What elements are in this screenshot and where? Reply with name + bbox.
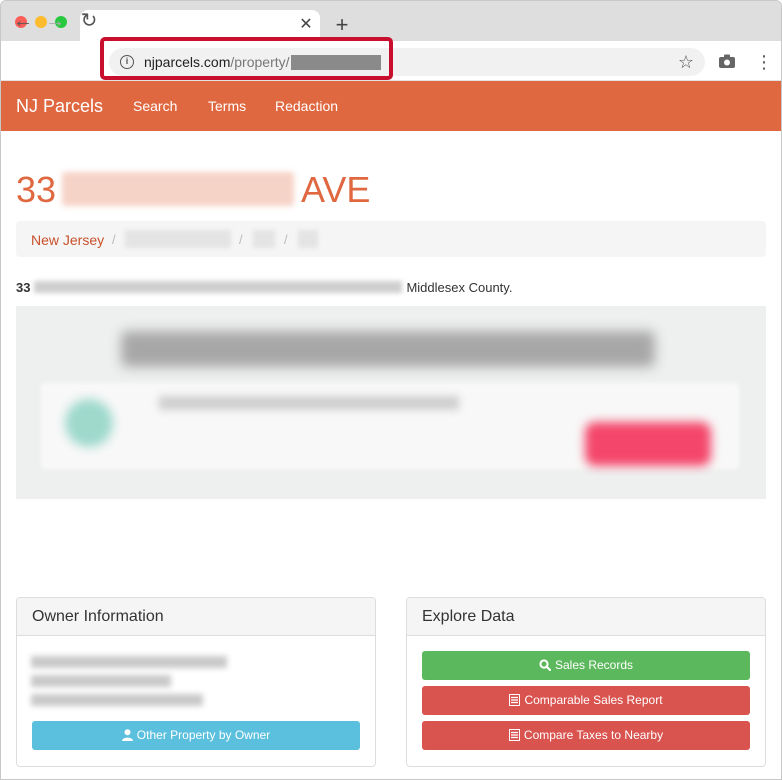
search-icon — [539, 659, 551, 671]
user-icon — [121, 729, 133, 741]
description-number: 33 — [16, 280, 31, 295]
breadcrumb-separator: / — [284, 232, 288, 247]
nav-link-redaction[interactable]: Redaction — [275, 98, 338, 114]
nav-link-terms[interactable]: Terms — [208, 98, 246, 114]
owner-name-redacted — [31, 656, 227, 668]
breadcrumb-municipality-redacted[interactable] — [253, 230, 275, 248]
title-number: 33 — [16, 169, 57, 210]
nav-link-search[interactable]: Search — [133, 98, 177, 114]
url-highlight-box — [100, 37, 393, 80]
property-description: 33 Middlesex County. — [16, 280, 512, 296]
more-vertical-icon[interactable]: ⋮ — [755, 52, 773, 72]
breadcrumb-block-redacted — [298, 230, 318, 248]
new-tab-icon[interactable]: + — [332, 14, 352, 36]
title-suffix: AVE — [301, 169, 371, 210]
owner-address-redacted — [31, 675, 171, 687]
forward-arrow-icon[interactable]: → — [44, 10, 66, 32]
browser-window: ✕ + ← → ↻ i njparcels.com/property/ ☆ ⋮ … — [0, 0, 782, 780]
back-arrow-icon[interactable]: ← — [12, 10, 34, 32]
comparable-sales-label: Comparable Sales Report — [524, 693, 663, 707]
bookmark-star-icon[interactable]: ☆ — [676, 52, 696, 72]
other-property-label: Other Property by Owner — [136, 728, 271, 742]
panel-heading: Owner Information — [17, 598, 375, 636]
panel-title-explore: Explore Data — [422, 608, 515, 625]
breadcrumb-county-redacted[interactable] — [125, 230, 231, 248]
description-redaction — [34, 281, 403, 293]
breadcrumb-separator: / — [239, 232, 243, 247]
site-navbar — [1, 81, 781, 131]
brand-logo[interactable]: NJ Parcels — [16, 96, 103, 116]
page-title: 33 AVE — [16, 170, 370, 210]
sales-records-label: Sales Records — [554, 658, 634, 672]
ad-logo-icon — [65, 399, 113, 447]
compare-taxes-button[interactable]: Compare Taxes to Nearby — [422, 721, 750, 750]
breadcrumb-new-jersey[interactable]: New Jersey — [31, 232, 104, 248]
ad-input-blurred — [159, 396, 459, 410]
description-county: Middlesex County. — [406, 280, 513, 295]
ad-cta-button[interactable] — [585, 422, 711, 466]
other-property-by-owner-button[interactable]: Other Property by Owner — [32, 721, 360, 750]
reload-icon[interactable]: ↻ — [78, 10, 100, 32]
owner-city-redacted — [31, 694, 203, 706]
list-icon — [508, 729, 520, 741]
comparable-sales-report-button[interactable]: Comparable Sales Report — [422, 686, 750, 715]
panel-heading: Explore Data — [407, 598, 765, 636]
title-redaction — [62, 172, 295, 206]
ad-headline-blurred — [121, 331, 655, 367]
panel-title-owner: Owner Information — [32, 608, 164, 625]
compare-taxes-label: Compare Taxes to Nearby — [523, 728, 664, 742]
camera-icon[interactable] — [719, 54, 735, 68]
sales-records-button[interactable]: Sales Records — [422, 651, 750, 680]
list-icon — [509, 694, 521, 706]
breadcrumb-separator: / — [112, 232, 116, 247]
close-tab-icon[interactable]: ✕ — [298, 16, 314, 34]
